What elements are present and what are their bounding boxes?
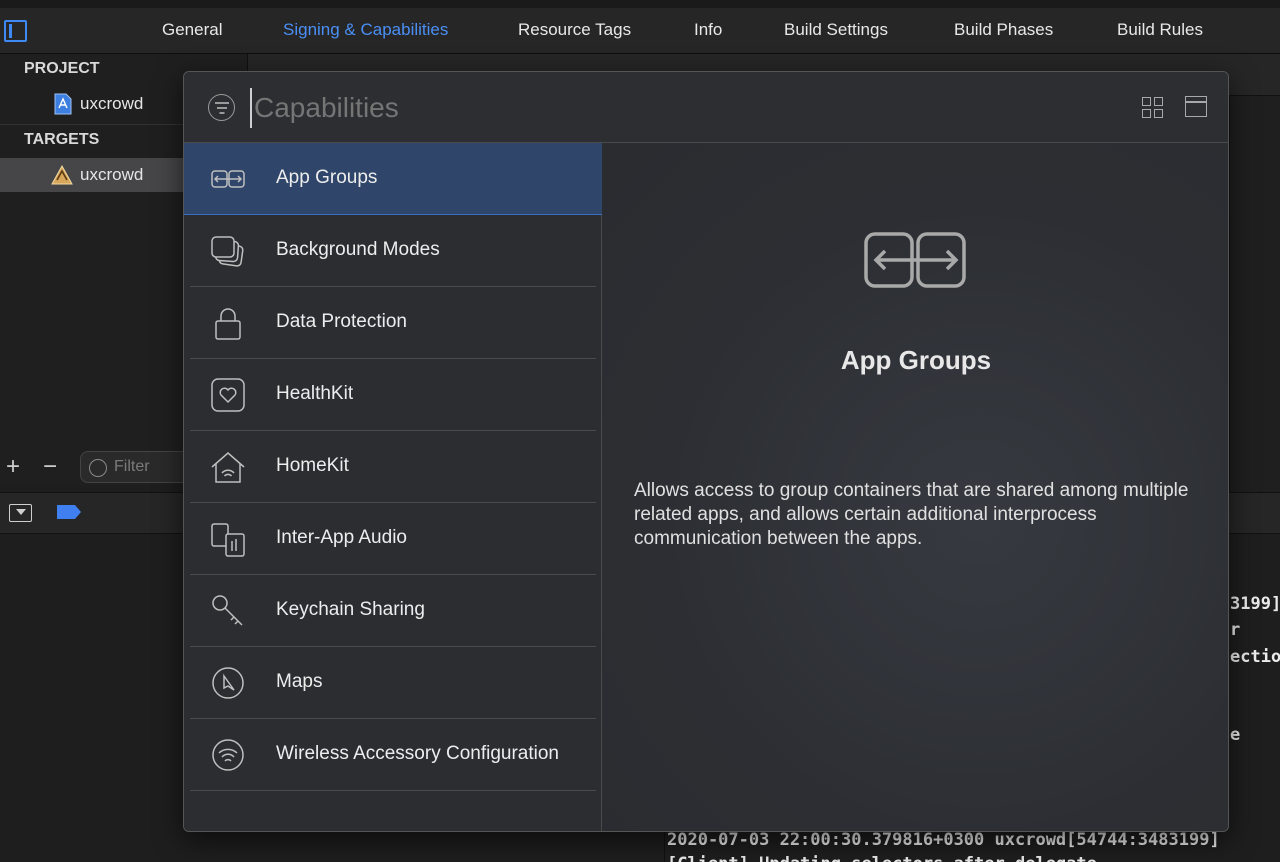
console-fragment: r	[1230, 620, 1241, 640]
app-groups-icon	[211, 170, 245, 188]
popover-header	[184, 72, 1228, 143]
capability-data-protection[interactable]: Data Protection	[184, 287, 602, 359]
capability-label: HealthKit	[276, 383, 354, 404]
console-log-line: 2020-07-03 22:00:30.379816+0300 uxcrowd[…	[667, 830, 1220, 850]
tab-build-rules[interactable]: Build Rules	[1117, 20, 1203, 40]
capability-label: Data Protection	[276, 311, 407, 332]
capability-label: Inter-App Audio	[276, 527, 407, 548]
wireless-icon	[212, 739, 244, 771]
tab-general[interactable]: General	[162, 20, 222, 40]
add-icon[interactable]: +	[6, 453, 20, 481]
console-fragment: ectio	[1230, 647, 1280, 667]
tab-signing-capabilities[interactable]: Signing & Capabilities	[283, 20, 448, 40]
editor-area	[1229, 96, 1280, 492]
capability-inter-app-audio[interactable]: Inter-App Audio	[184, 503, 602, 575]
capability-maps[interactable]: Maps	[184, 647, 602, 719]
capability-label: App Groups	[276, 167, 378, 188]
list-detail-view-icon[interactable]	[1185, 96, 1207, 117]
lock-icon	[215, 308, 241, 340]
capability-label: HomeKit	[276, 455, 349, 476]
background-modes-icon	[211, 236, 244, 267]
tab-resource-tags[interactable]: Resource Tags	[518, 20, 631, 40]
capability-label: Background Modes	[276, 239, 440, 260]
editor-tab-bar: General Signing & Capabilities Resource …	[0, 0, 1280, 54]
tab-build-phases[interactable]: Build Phases	[954, 20, 1053, 40]
home-icon	[211, 452, 245, 483]
console-fragment: e	[1230, 725, 1241, 745]
detail-title: App Groups	[840, 345, 992, 375]
compass-icon	[212, 667, 244, 699]
console-log-line-2: [Client] Updating selectors after delega…	[667, 854, 1128, 862]
console-fragment: 3199]	[1230, 594, 1280, 614]
capability-homekit[interactable]: HomeKit	[184, 431, 602, 503]
capability-healthkit[interactable]: HealthKit	[184, 359, 602, 431]
inter-app-audio-icon	[211, 523, 245, 557]
filter-placeholder: Filter	[114, 458, 150, 475]
filter-icon	[208, 94, 235, 121]
capability-background-modes[interactable]: Background Modes	[184, 215, 602, 287]
capability-label: Wireless Accessory Configuration	[276, 743, 559, 764]
navigator-toggle-icon[interactable]	[4, 20, 27, 42]
capability-label: Maps	[276, 671, 323, 692]
capabilities-search-input[interactable]	[250, 88, 1070, 128]
capability-app-groups[interactable]: App Groups	[184, 143, 602, 215]
app-target-icon	[51, 164, 73, 185]
detail-description: Allows access to group containers that a…	[634, 480, 1189, 549]
project-file-icon	[54, 93, 72, 115]
target-item-label: uxcrowd	[80, 165, 144, 184]
tab-info[interactable]: Info	[694, 20, 722, 40]
hide-debug-area-icon[interactable]	[9, 504, 32, 522]
capability-detail-pane: App Groups Allows access to group contai…	[602, 143, 1228, 831]
remove-icon[interactable]: −	[43, 453, 57, 481]
app-groups-icon	[864, 232, 966, 288]
project-item-label: uxcrowd	[80, 94, 144, 113]
capability-keychain-sharing[interactable]: Keychain Sharing	[184, 575, 602, 647]
tab-build-settings[interactable]: Build Settings	[784, 20, 888, 40]
capabilities-list: App Groups Background Modes Data Protect…	[184, 143, 602, 831]
filter-icon	[89, 459, 107, 477]
grid-view-icon[interactable]	[1142, 97, 1163, 118]
heart-icon	[211, 378, 245, 412]
targets-header: TARGETS	[24, 131, 100, 148]
capabilities-popover: App Groups Background Modes Data Protect…	[183, 71, 1229, 832]
sidebar-filter-field[interactable]: Filter	[80, 451, 190, 483]
key-icon	[212, 595, 243, 626]
capability-wireless-accessory[interactable]: Wireless Accessory Configuration	[184, 719, 602, 791]
capability-label: Keychain Sharing	[276, 599, 425, 620]
project-header: PROJECT	[24, 60, 100, 77]
